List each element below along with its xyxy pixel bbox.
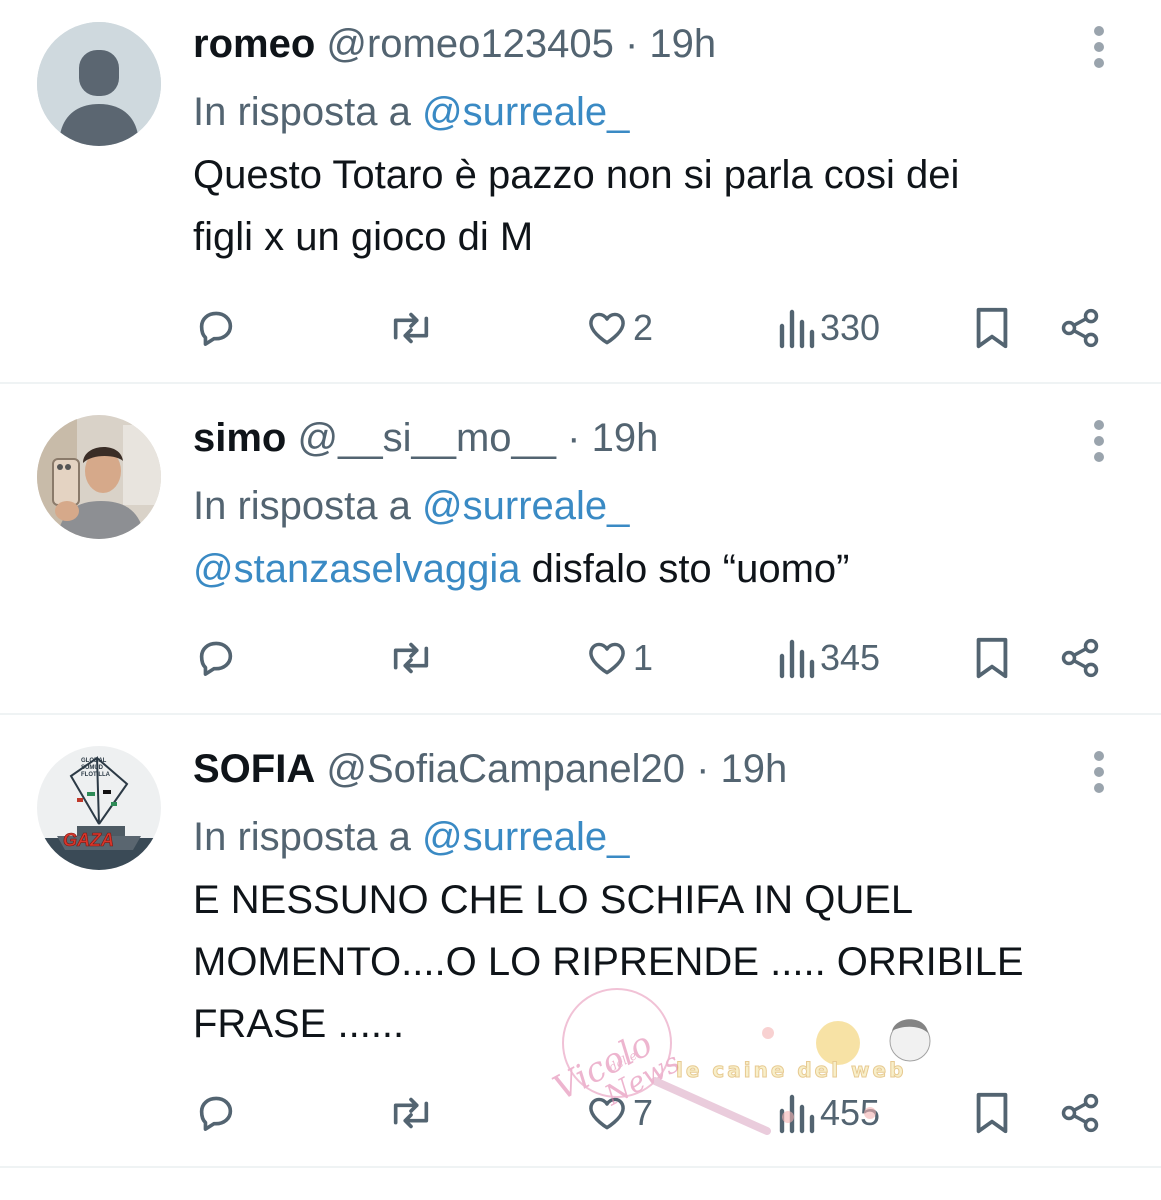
repost-icon (393, 1097, 429, 1129)
avatar[interactable] (37, 22, 161, 146)
reply-prefix: In risposta a (193, 815, 411, 859)
reply-prefix: In risposta a (193, 90, 411, 134)
reply-feed: romeo @romeo123405 · 19h In risposta a @… (0, 0, 1161, 1200)
reply-icon (199, 1096, 233, 1131)
timestamp[interactable]: · 19h (567, 416, 658, 460)
views-button[interactable]: 330 (776, 298, 880, 358)
repost-icon (393, 312, 429, 344)
share-icon (1061, 638, 1099, 678)
views-button[interactable]: 455 (776, 1083, 880, 1143)
tweet-text: E NESSUNO CHE LO SCHIFA IN QUEL MOMENTO.… (193, 869, 1091, 1055)
tweet-simo[interactable]: simo @__si__mo__ · 19h In risposta a @su… (0, 384, 1161, 714)
svg-text:FLOTILLA: FLOTILLA (81, 772, 111, 778)
like-count: 7 (633, 1092, 654, 1133)
reply-context: In risposta a @surreale_ (193, 482, 1091, 530)
repost-button[interactable] (386, 1083, 436, 1143)
views-icon (779, 309, 815, 349)
like-button[interactable]: 2 (585, 298, 653, 358)
timestamp[interactable]: · 19h (696, 747, 787, 791)
action-bar: 1 345 (0, 628, 1161, 688)
share-button[interactable] (1058, 628, 1102, 688)
bookmark-icon (976, 637, 1008, 679)
more-options-icon[interactable] (1093, 751, 1105, 793)
reply-button[interactable] (193, 1083, 239, 1143)
handle[interactable]: @SofiaCampanel20 (326, 747, 685, 791)
views-icon (779, 639, 815, 679)
display-name[interactable]: SOFIA (193, 747, 315, 791)
reply-icon (199, 311, 233, 346)
share-icon (1061, 1093, 1099, 1133)
divider (0, 1166, 1161, 1168)
reply-context: In risposta a @surreale_ (193, 813, 1091, 861)
global-sumud-flotilla-gaza-ship: GLOBAL SUMUD FLOTILLA GAZA (37, 746, 161, 870)
reply-context: In risposta a @surreale_ (193, 88, 1091, 136)
reply-button[interactable] (193, 628, 239, 688)
repost-button[interactable] (386, 298, 436, 358)
default-avatar-icon (37, 22, 161, 146)
tweet-header: simo @__si__mo__ · 19h (193, 414, 1091, 462)
share-button[interactable] (1058, 1083, 1102, 1143)
svg-text:SUMUD: SUMUD (81, 765, 104, 771)
action-bar: 7 455 (0, 1083, 1161, 1143)
tweet-sofia[interactable]: GLOBAL SUMUD FLOTILLA GAZA SOFIA @SofiaC… (0, 715, 1161, 1170)
avatar[interactable]: GLOBAL SUMUD FLOTILLA GAZA (37, 746, 161, 870)
tweet-text-line: FRASE ...... (193, 1002, 405, 1046)
reply-icon (199, 641, 233, 676)
tweet-header: romeo @romeo123405 · 19h (193, 20, 1091, 68)
views-button[interactable]: 345 (776, 628, 880, 688)
more-options-icon[interactable] (1093, 420, 1105, 462)
like-count: 1 (633, 637, 654, 678)
display-name[interactable]: simo (193, 416, 286, 460)
bookmark-button[interactable] (972, 628, 1012, 688)
tweet-text-line: figli x un gioco di M (193, 215, 534, 259)
reply-button[interactable] (193, 298, 239, 358)
bookmark-button[interactable] (972, 298, 1012, 358)
reply-prefix: In risposta a (193, 484, 411, 528)
view-count: 345 (820, 637, 881, 678)
action-bar: 2 330 (0, 298, 1161, 358)
repost-icon (393, 642, 429, 674)
share-button[interactable] (1058, 298, 1102, 358)
like-count: 2 (633, 307, 654, 348)
handle[interactable]: @__si__mo__ (297, 416, 556, 460)
more-options-icon[interactable] (1093, 26, 1105, 68)
avatar[interactable] (37, 415, 161, 539)
tweet-romeo[interactable]: romeo @romeo123405 · 19h In risposta a @… (0, 0, 1161, 384)
svg-text:GAZA: GAZA (63, 830, 114, 850)
timestamp[interactable]: · 19h (625, 22, 716, 66)
view-count: 455 (820, 1092, 881, 1133)
heart-icon (589, 642, 625, 675)
tweet-text-line: E NESSUNO CHE LO SCHIFA IN QUEL (193, 878, 914, 922)
tweet-text: @stanzaselvaggia disfalo sto “uomo” (193, 538, 1091, 600)
reply-to-link[interactable]: @surreale_ (422, 90, 629, 134)
bookmark-button[interactable] (972, 1083, 1012, 1143)
heart-icon (589, 312, 625, 345)
like-button[interactable]: 7 (585, 1083, 653, 1143)
svg-text:GLOBAL: GLOBAL (81, 758, 107, 764)
heart-icon (589, 1097, 625, 1130)
reply-to-link[interactable]: @surreale_ (422, 484, 629, 528)
bookmark-icon (976, 307, 1008, 349)
view-count: 330 (820, 307, 881, 348)
tweet-text-content: disfalo sto “uomo” (520, 547, 850, 591)
share-icon (1061, 308, 1099, 348)
views-icon (779, 1094, 815, 1134)
like-button[interactable]: 1 (585, 628, 653, 688)
tweet-text-line: Questo Totaro è pazzo non si parla cosi … (193, 153, 960, 197)
tweet-text: Questo Totaro è pazzo non si parla cosi … (193, 144, 1091, 268)
mention-link[interactable]: @stanzaselvaggia (193, 547, 520, 591)
bookmark-icon (976, 1092, 1008, 1134)
selfie-photo (37, 415, 161, 539)
tweet-text-line: @stanzaselvaggia disfalo sto “uomo” (193, 538, 1091, 600)
repost-button[interactable] (386, 628, 436, 688)
tweet-header: SOFIA @SofiaCampanel20 · 19h (193, 745, 1091, 793)
reply-to-link[interactable]: @surreale_ (422, 815, 629, 859)
tweet-text-line: MOMENTO....O LO RIPRENDE ..... ORRIBILE (193, 940, 1024, 984)
handle[interactable]: @romeo123405 (326, 22, 613, 66)
display-name[interactable]: romeo (193, 22, 315, 66)
